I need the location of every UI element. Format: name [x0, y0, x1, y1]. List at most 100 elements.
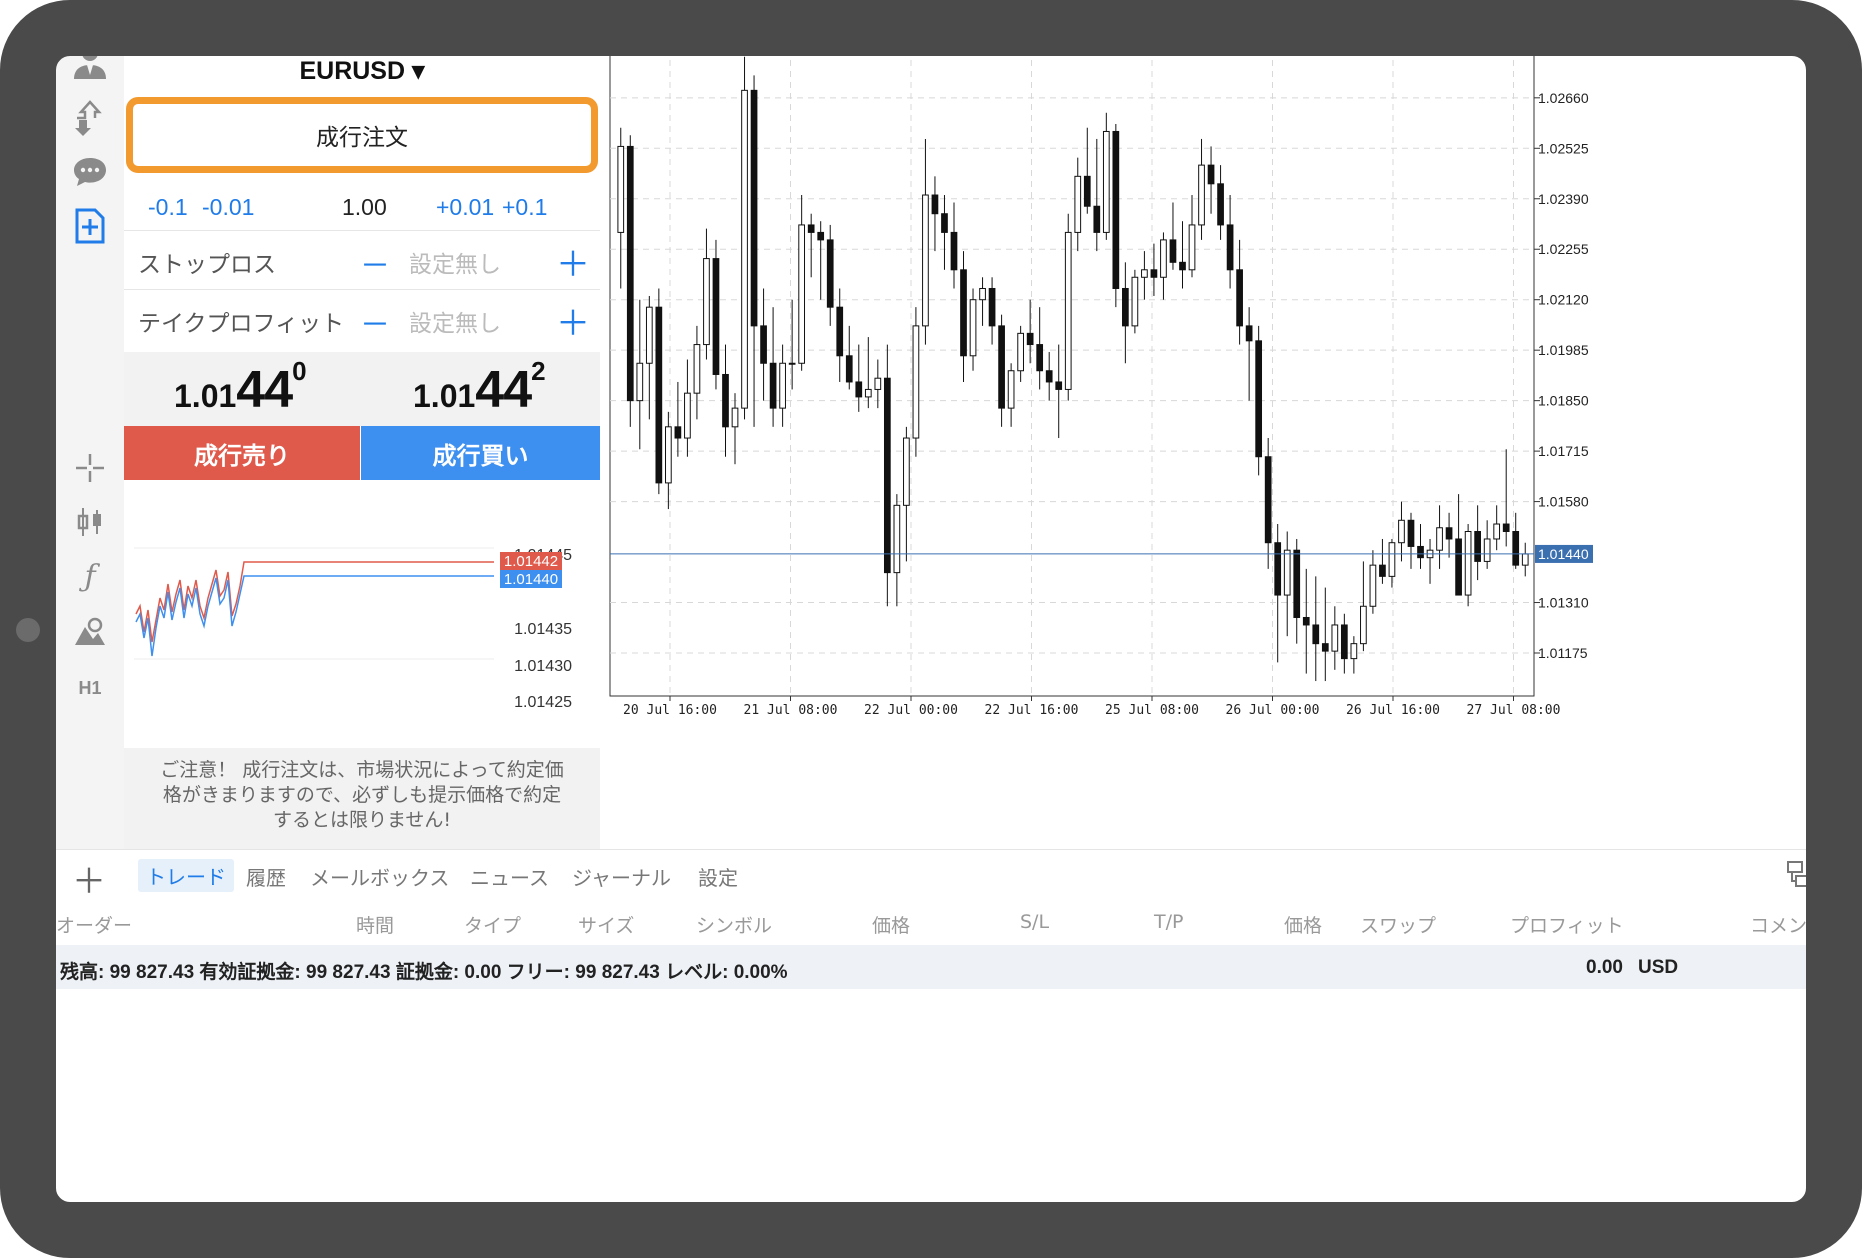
candle-body: [1302, 616, 1310, 626]
candle-body: [883, 377, 891, 574]
buy-by-market-button[interactable]: 成行買い: [361, 426, 600, 480]
candle-body: [1464, 531, 1472, 596]
candle-body: [960, 269, 967, 357]
col-size[interactable]: サイズ: [578, 911, 634, 938]
col-price-current[interactable]: 価格: [1284, 911, 1322, 938]
col-symbol[interactable]: シンボル: [696, 911, 772, 938]
volume-plus-0-1-button[interactable]: +0.1: [502, 194, 547, 221]
chart-y-tick-label: 1.02120: [1538, 292, 1589, 308]
ask-price: 1.01442: [413, 356, 546, 420]
candle-body: [874, 377, 882, 390]
chart-x-tick-label: 20 Jul 16:00: [623, 703, 717, 718]
tab-mailbox[interactable]: メールボックス: [310, 862, 449, 891]
candlestick-chart[interactable]: 1.02795 1.02660 1.02525 1.02390 1.02255 1.021…: [608, 34, 1826, 849]
symbol-selector[interactable]: EURUSD ▾: [124, 56, 600, 86]
candle-body: [1226, 224, 1234, 271]
candle-body: [807, 224, 815, 233]
candle-body: [1093, 205, 1101, 233]
terminal-tab-bar: ＋ トレード 履歴 メールボックス ニュース ジャーナル 設定: [56, 849, 1826, 903]
chat-icon[interactable]: [56, 144, 124, 200]
candle-body: [1207, 164, 1215, 185]
candle-body: [684, 392, 691, 439]
candle-body: [1055, 381, 1063, 390]
col-profit[interactable]: プロフィット: [1510, 911, 1624, 938]
candle-body: [893, 504, 901, 574]
sell-by-market-button[interactable]: 成行売り: [124, 426, 360, 480]
candle-body: [1036, 344, 1044, 372]
volume-minus-0-01-button[interactable]: -0.01: [202, 194, 254, 221]
candle-body: [1274, 542, 1282, 596]
candle-body: [1255, 340, 1263, 458]
take-profit-minus-button[interactable]: －: [360, 300, 390, 344]
candle-body: [969, 299, 977, 357]
col-comment[interactable]: コメント: [1750, 911, 1826, 938]
trade-arrows-icon[interactable]: [56, 90, 124, 146]
stop-loss-label: ストップロス: [138, 252, 276, 278]
candle-body: [1474, 531, 1481, 562]
account-icon[interactable]: [56, 34, 124, 90]
candle-body: [1017, 332, 1024, 372]
candle-body: [1493, 523, 1501, 540]
tab-news[interactable]: ニュース: [470, 862, 549, 891]
candle-body: [1388, 542, 1396, 577]
tick-ask-line: [135, 561, 494, 643]
take-profit-plus-button[interactable]: ＋: [556, 296, 590, 345]
layout-toggle-icon[interactable]: [1786, 860, 1816, 888]
tab-trade[interactable]: トレード: [138, 859, 234, 892]
col-swap[interactable]: スワップ: [1360, 911, 1436, 938]
col-time[interactable]: 時間: [356, 911, 394, 938]
chart-title: EURUSD, H1: [612, 39, 691, 54]
price-display: 1.01440 1.01442: [124, 352, 600, 426]
stop-loss-plus-button[interactable]: ＋: [556, 237, 590, 286]
col-price[interactable]: 価格: [872, 911, 910, 938]
indicator-icon[interactable]: ƒ: [56, 548, 124, 604]
candle-body: [1321, 643, 1329, 652]
candle-body: [1007, 370, 1015, 409]
account-balance-row: 残高: 99 827.43 有効証拠金: 99 827.43 証拠金: 0.00…: [56, 945, 1826, 989]
stop-loss-value[interactable]: 設定無し: [409, 245, 501, 279]
tick-chart: 1.01445 1.01435 1.01430 1.01425 1.01442 …: [134, 547, 572, 711]
col-sl[interactable]: S/L: [1020, 911, 1049, 933]
timeframe-icon[interactable]: H1: [56, 660, 124, 716]
objects-icon[interactable]: [56, 604, 124, 660]
order-type-label: 成行注文: [316, 125, 408, 151]
chart-y-tick-label: 1.01985: [1538, 342, 1589, 358]
stop-loss-minus-button[interactable]: －: [360, 241, 390, 285]
candle-body: [1521, 553, 1529, 566]
volume-input[interactable]: 1.00: [342, 194, 387, 221]
total-profit: 0.00: [1586, 957, 1623, 978]
col-order[interactable]: オーダー: [56, 911, 132, 938]
price-chart-area[interactable]: 1.02795 1.02660 1.02525 1.02390 1.02255 1.021…: [608, 34, 1826, 849]
candle-body: [760, 325, 767, 364]
tab-history[interactable]: 履歴: [246, 862, 286, 891]
take-profit-row: テイクプロフィット － 設定無し ＋: [124, 289, 600, 348]
candle-body: [988, 287, 996, 327]
tab-settings[interactable]: 設定: [698, 862, 738, 891]
col-tp[interactable]: T/P: [1154, 911, 1183, 933]
candle-body: [1245, 325, 1253, 342]
col-type[interactable]: タイプ: [464, 911, 521, 938]
take-profit-value[interactable]: 設定無し: [409, 304, 501, 338]
candle-body: [912, 325, 920, 439]
chart-plot-frame: [609, 37, 1535, 697]
new-order-icon[interactable]: [56, 198, 124, 254]
chart-type-icon[interactable]: [56, 494, 124, 550]
tab-journal[interactable]: ジャーナル: [572, 862, 671, 891]
add-icon[interactable]: ＋: [72, 854, 106, 903]
volume-minus-0-1-button[interactable]: -0.1: [148, 194, 188, 221]
chart-x-tick-label: 22 Jul 16:00: [985, 703, 1079, 718]
market-order-notice: ご注意！ 成行注文は、市場状況によって約定価 格がきまりますので、必ずしも提示価…: [124, 748, 600, 849]
chart-x-tick-label: 25 Jul 08:00: [1105, 703, 1199, 718]
tick-level-3: 1.01430: [514, 658, 572, 675]
chart-y-tick-label: 1.01580: [1538, 494, 1589, 510]
crosshair-icon[interactable]: [56, 440, 124, 496]
order-type-selector[interactable]: 成行注文: [126, 97, 598, 173]
candle-body: [1512, 531, 1520, 566]
chart-y-tick-label: 1.02525: [1538, 140, 1589, 156]
notice-line-1: ご注意！ 成行注文は、市場状況によって約定価: [160, 759, 564, 781]
volume-plus-0-01-button[interactable]: +0.01: [436, 194, 494, 221]
chart-y-tick-label: 1.02795: [1538, 39, 1589, 55]
candle-body: [1483, 538, 1491, 562]
candle-body: [1188, 224, 1196, 271]
chart-y-tick-label: 1.01175: [1538, 645, 1588, 661]
